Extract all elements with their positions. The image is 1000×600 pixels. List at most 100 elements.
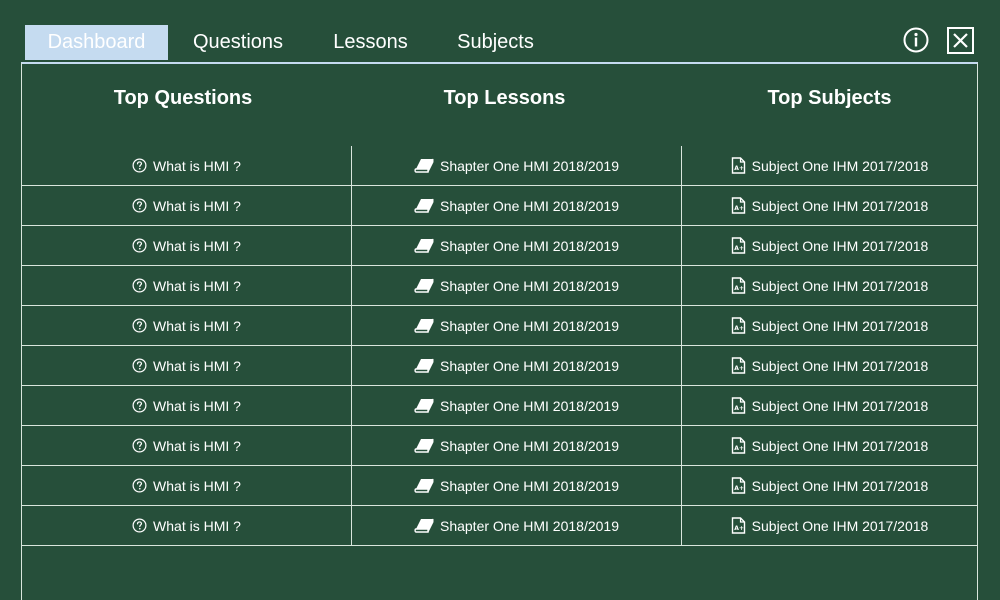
lesson-text: Shapter One HMI 2018/2019 (439, 157, 619, 174)
subject-cell[interactable]: A+ Subject One IHM 2017/2018 (682, 506, 977, 545)
subject-cell[interactable]: A+ Subject One IHM 2017/2018 (682, 426, 977, 465)
book-icon (414, 278, 434, 293)
book-icon (414, 158, 434, 173)
lesson-cell[interactable]: Shapter One HMI 2018/2019 (352, 466, 682, 505)
graded-document-icon: A+ (731, 477, 745, 494)
subject-text: Subject One IHM 2017/2018 (751, 317, 929, 334)
question-text: What is HMI ? (153, 277, 241, 294)
table-row: What is HMI ? Shapter One HMI 2018/2019 … (22, 466, 977, 506)
lesson-cell[interactable]: Shapter One HMI 2018/2019 (352, 266, 682, 305)
question-icon (132, 438, 147, 453)
question-cell[interactable]: What is HMI ? (22, 306, 352, 345)
svg-text:A+: A+ (734, 485, 744, 492)
book-icon (414, 438, 434, 453)
question-cell[interactable]: What is HMI ? (22, 386, 352, 425)
top-questions-heading: Top Questions (113, 87, 253, 109)
question-cell[interactable]: What is HMI ? (22, 186, 352, 225)
table-row: What is HMI ? Shapter One HMI 2018/2019 … (22, 186, 977, 226)
question-text: What is HMI ? (153, 157, 241, 174)
question-icon (132, 518, 147, 533)
subject-text: Subject One IHM 2017/2018 (751, 357, 929, 374)
svg-text:A+: A+ (734, 325, 744, 332)
question-icon (132, 318, 147, 333)
lesson-text: Shapter One HMI 2018/2019 (439, 277, 619, 294)
book-icon (414, 198, 434, 213)
subject-cell[interactable]: A+ Subject One IHM 2017/2018 (682, 186, 977, 225)
question-cell[interactable]: What is HMI ? (22, 146, 352, 185)
lesson-cell[interactable]: Shapter One HMI 2018/2019 (352, 306, 682, 345)
tab-dashboard[interactable]: Dashboard (25, 25, 168, 60)
graded-document-icon: A+ (731, 437, 745, 454)
table-row: What is HMI ? Shapter One HMI 2018/2019 … (22, 506, 977, 546)
svg-text:A+: A+ (734, 525, 744, 532)
question-icon (132, 478, 147, 493)
subject-cell[interactable]: A+ Subject One IHM 2017/2018 (682, 346, 977, 385)
info-button[interactable] (903, 27, 929, 53)
tab-bar: Dashboard Questions Lessons Subjects (25, 25, 558, 60)
question-icon (132, 238, 147, 253)
question-text: What is HMI ? (153, 237, 241, 254)
question-text: What is HMI ? (153, 357, 241, 374)
info-icon (903, 27, 929, 53)
lesson-text: Shapter One HMI 2018/2019 (439, 397, 619, 414)
svg-text:A+: A+ (734, 445, 744, 452)
lesson-cell[interactable]: Shapter One HMI 2018/2019 (352, 426, 682, 465)
tab-lessons[interactable]: Lessons (308, 25, 433, 60)
lesson-cell[interactable]: Shapter One HMI 2018/2019 (352, 346, 682, 385)
top-lessons-heading: Top Lessons (443, 87, 566, 109)
subject-text: Subject One IHM 2017/2018 (751, 517, 929, 534)
question-icon (132, 358, 147, 373)
subject-cell[interactable]: A+ Subject One IHM 2017/2018 (682, 146, 977, 185)
subject-text: Subject One IHM 2017/2018 (751, 157, 929, 174)
tab-subjects[interactable]: Subjects (433, 25, 558, 60)
question-cell[interactable]: What is HMI ? (22, 226, 352, 265)
subject-cell[interactable]: A+ Subject One IHM 2017/2018 (682, 266, 977, 305)
lesson-text: Shapter One HMI 2018/2019 (439, 517, 619, 534)
question-text: What is HMI ? (153, 197, 241, 214)
subject-text: Subject One IHM 2017/2018 (751, 437, 929, 454)
subject-text: Subject One IHM 2017/2018 (751, 397, 929, 414)
graded-document-icon: A+ (731, 277, 745, 294)
book-icon (414, 478, 434, 493)
question-cell[interactable]: What is HMI ? (22, 266, 352, 305)
subject-cell[interactable]: A+ Subject One IHM 2017/2018 (682, 386, 977, 425)
table-row: What is HMI ? Shapter One HMI 2018/2019 … (22, 226, 977, 266)
lesson-cell[interactable]: Shapter One HMI 2018/2019 (352, 186, 682, 225)
lesson-text: Shapter One HMI 2018/2019 (439, 357, 619, 374)
question-text: What is HMI ? (153, 397, 241, 414)
question-cell[interactable]: What is HMI ? (22, 426, 352, 465)
table-row: What is HMI ? Shapter One HMI 2018/2019 … (22, 146, 977, 186)
table-row: What is HMI ? Shapter One HMI 2018/2019 … (22, 346, 977, 386)
table-row: What is HMI ? Shapter One HMI 2018/2019 … (22, 306, 977, 346)
question-text: What is HMI ? (153, 437, 241, 454)
subject-cell[interactable]: A+ Subject One IHM 2017/2018 (682, 306, 977, 345)
svg-text:A+: A+ (734, 285, 744, 292)
lesson-text: Shapter One HMI 2018/2019 (439, 237, 619, 254)
graded-document-icon: A+ (731, 157, 745, 174)
subject-text: Subject One IHM 2017/2018 (751, 277, 929, 294)
subject-cell[interactable]: A+ Subject One IHM 2017/2018 (682, 226, 977, 265)
table-row: What is HMI ? Shapter One HMI 2018/2019 … (22, 426, 977, 466)
dashboard-panel: Top Questions Top Lessons Top Subjects W… (21, 62, 978, 600)
book-icon (414, 238, 434, 253)
graded-document-icon: A+ (731, 397, 745, 414)
question-icon (132, 278, 147, 293)
question-cell[interactable]: What is HMI ? (22, 466, 352, 505)
svg-text:A+: A+ (734, 365, 744, 372)
question-text: What is HMI ? (153, 517, 241, 534)
tab-questions[interactable]: Questions (168, 25, 308, 60)
svg-text:A+: A+ (734, 205, 744, 212)
top-items-table: What is HMI ? Shapter One HMI 2018/2019 … (22, 146, 977, 546)
lesson-text: Shapter One HMI 2018/2019 (439, 317, 619, 334)
subject-text: Subject One IHM 2017/2018 (751, 197, 929, 214)
question-cell[interactable]: What is HMI ? (22, 506, 352, 545)
question-cell[interactable]: What is HMI ? (22, 346, 352, 385)
question-text: What is HMI ? (153, 317, 241, 334)
close-button[interactable] (947, 27, 974, 54)
subject-cell[interactable]: A+ Subject One IHM 2017/2018 (682, 466, 977, 505)
graded-document-icon: A+ (731, 517, 745, 534)
lesson-cell[interactable]: Shapter One HMI 2018/2019 (352, 386, 682, 425)
lesson-cell[interactable]: Shapter One HMI 2018/2019 (352, 226, 682, 265)
lesson-cell[interactable]: Shapter One HMI 2018/2019 (352, 146, 682, 185)
lesson-cell[interactable]: Shapter One HMI 2018/2019 (352, 506, 682, 545)
